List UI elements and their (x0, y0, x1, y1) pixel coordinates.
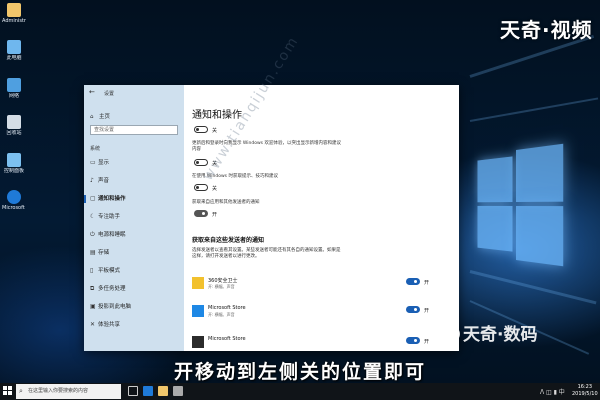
settings-window: ← 设置 ⌂ 主页 查找设置 系统 ▭ 显示 ♪ 声音 ▢ 通知和操作 ☾ 专注助手 ⏻ 电… (84, 85, 459, 351)
settings-content: 通知和操作 关 更新后和登录时向我显示 Windows 欢迎体验，以突出显示新增… (184, 85, 459, 351)
power-icon: ⏻ (90, 231, 95, 238)
edge-icon (7, 190, 21, 204)
control-panel-icon (7, 153, 21, 167)
app-toggle[interactable] (406, 337, 420, 344)
desktop-icon-recycle-bin[interactable]: 回收站 (2, 115, 26, 136)
home-icon: ⌂ (90, 114, 94, 120)
app-toggle[interactable] (406, 306, 420, 313)
project-icon: ▣ (90, 303, 96, 310)
clock[interactable]: 16:23 2019/5/10 (572, 384, 598, 398)
brand-logo-top: 天奇·视频 (500, 18, 593, 42)
tray-icons[interactable]: ᐱ ◫ ▮ 中 (540, 387, 565, 396)
desktop-icon-this-pc[interactable]: 此电脑 (2, 40, 26, 61)
app-icon-360 (192, 277, 204, 289)
notification-icon: ▢ (90, 195, 96, 202)
focus-icon: ☾ (90, 213, 96, 220)
brand-mark-icon (444, 326, 460, 342)
folder-icon (7, 3, 21, 17)
sidebar-item-sound[interactable]: ♪ 声音 (84, 175, 184, 187)
desktop-icon-network[interactable]: 网络 (2, 78, 26, 99)
sidebar-item-display[interactable]: ▭ 显示 (84, 157, 184, 169)
sidebar-home[interactable]: ⌂ 主页 (90, 112, 110, 120)
settings-sidebar: ← 设置 ⌂ 主页 查找设置 系统 ▭ 显示 ♪ 声音 ▢ 通知和操作 ☾ 专注助手 ⏻ 电… (84, 85, 184, 351)
sidebar-item-notifications[interactable]: ▢ 通知和操作 (84, 193, 184, 205)
toggle-3[interactable] (194, 184, 208, 191)
network-icon (7, 78, 21, 92)
window-title: 设置 (104, 91, 115, 97)
settings-search-input[interactable]: 查找设置 (90, 125, 178, 135)
app-icon-store (192, 305, 204, 317)
app-row[interactable]: Microsoft Store 开: 横幅、声音 开 (192, 304, 452, 324)
sidebar-item-focus[interactable]: ☾ 专注助手 (84, 211, 184, 223)
toggle-4-desc: 获取来自应用和其他发送者的通知 (192, 200, 260, 205)
taskbar: ⌕ 在这里输入你要搜索的内容 ᐱ ◫ ▮ 中 16:23 2019/5/10 (0, 383, 600, 400)
sidebar-item-power[interactable]: ⏻ 电源和睡眠 (84, 229, 184, 241)
sidebar-item-tablet[interactable]: ▯ 平板模式 (84, 265, 184, 277)
toggle-1[interactable] (194, 126, 208, 133)
desktop-icon-edge[interactable]: Microsoft Edge (2, 190, 26, 211)
sidebar-item-project[interactable]: ▣ 投影到此电脑 (84, 301, 184, 313)
taskbar-search-input[interactable]: ⌕ 在这里输入你要搜索的内容 (16, 384, 121, 399)
toggle-4[interactable] (194, 210, 208, 217)
back-arrow-icon[interactable]: ← (89, 88, 95, 96)
apps-desc: 选择发送者以查看其设置。某些发送者可能还有其各自的通知设置。如果是这样，请打开发… (192, 248, 341, 259)
sidebar-item-storage[interactable]: ▤ 存储 (84, 247, 184, 259)
screen: Administrator 此电脑 网络 回收站 控制面板 Microsoft … (0, 0, 600, 400)
sidebar-item-shared[interactable]: ✕ 体验共享 (84, 319, 184, 331)
shared-icon: ✕ (90, 321, 96, 328)
sidebar-section-label: 系统 (90, 146, 101, 152)
settings-taskbar-icon[interactable] (173, 386, 183, 396)
apps-heading: 获取来自这些发送者的通知 (192, 237, 265, 244)
computer-icon (7, 40, 21, 54)
recycle-bin-icon (7, 115, 21, 129)
toggle-4-state: 开 (212, 212, 218, 218)
brand-logo-bottom: 天奇·数码 (444, 320, 537, 345)
desktop-icon-control-panel[interactable]: 控制面板 (2, 153, 26, 174)
app-row[interactable]: Microsoft Store 开 (192, 335, 452, 351)
video-caption: 开移动到左侧关的位置即可 (173, 361, 426, 383)
multitask-icon: ⧉ (90, 285, 95, 292)
tablet-icon: ▯ (90, 267, 94, 274)
file-explorer-icon[interactable] (158, 386, 168, 396)
toggle-1-state: 关 (212, 128, 218, 134)
storage-icon: ▤ (90, 249, 96, 256)
display-icon: ▭ (90, 159, 96, 166)
sound-icon: ♪ (90, 177, 94, 184)
desktop-icon-user[interactable]: Administrator (2, 3, 26, 24)
windows-logo-wallpaper (477, 143, 564, 267)
app-icon-store-2 (192, 336, 204, 348)
app-row[interactable]: 360安全卫士 开: 横幅、声音 开 (192, 276, 452, 296)
edge-taskbar-icon[interactable] (143, 386, 153, 396)
start-button[interactable] (3, 386, 13, 396)
sidebar-item-multitask[interactable]: ⧉ 多任务处理 (84, 283, 184, 295)
toggle-3-state: 关 (212, 186, 218, 192)
task-view-icon[interactable] (128, 386, 138, 396)
search-icon: ⌕ (19, 387, 23, 395)
app-toggle[interactable] (406, 278, 420, 285)
